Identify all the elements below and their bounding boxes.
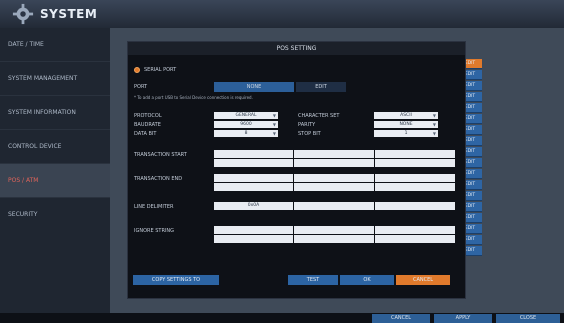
charset-select[interactable]: ASCII ▼ [374, 112, 438, 119]
test-button[interactable]: TEST [288, 275, 338, 285]
apply-button[interactable]: APPLY [434, 314, 492, 323]
sidebar-item-system-information[interactable]: SYSTEM INFORMATION [0, 96, 110, 130]
parity-value: NONE [399, 122, 413, 127]
sidebar: DATE / TIME SYSTEM MANAGEMENT SYSTEM INF… [0, 28, 110, 323]
chevron-down-icon: ▼ [272, 113, 276, 118]
baudrate-value: 9600 [240, 122, 252, 127]
databit-value: 8 [244, 131, 248, 136]
line-delimiter-label: LINE DELIMITER [134, 204, 174, 210]
ignore-string-field[interactable] [294, 226, 374, 234]
protocol-label: PROTOCOL [134, 113, 162, 119]
charset-value: ASCII [400, 113, 412, 118]
chevron-down-icon: ▼ [272, 131, 276, 136]
ignore-string-field[interactable] [214, 226, 293, 234]
transaction-start-field[interactable] [375, 150, 455, 158]
ignore-string-field[interactable] [214, 235, 293, 243]
app-title: SYSTEM [40, 7, 98, 21]
gear-icon [12, 3, 34, 25]
baudrate-label: BAUDRATE [134, 122, 161, 128]
ignore-string-field[interactable] [375, 226, 455, 234]
charset-label: CHARACTER SET [298, 113, 340, 119]
sidebar-item-date-time[interactable]: DATE / TIME [0, 28, 110, 62]
transaction-end-field[interactable] [214, 183, 293, 191]
stopbit-label: STOP BIT [298, 131, 321, 137]
transaction-end-field[interactable] [375, 183, 455, 191]
databit-label: DATA BIT [134, 131, 157, 137]
port-edit-button[interactable]: EDIT [296, 82, 346, 92]
sidebar-item-security[interactable]: SECURITY [0, 198, 110, 232]
serial-port-radio[interactable] [134, 67, 140, 73]
parity-select[interactable]: NONE ▼ [374, 121, 438, 128]
chevron-down-icon: ▼ [432, 113, 436, 118]
chevron-down-icon: ▼ [432, 122, 436, 127]
transaction-start-field[interactable] [375, 159, 455, 167]
protocol-value: GENERAL [235, 113, 257, 118]
cancel-button[interactable]: CANCEL [372, 314, 430, 323]
stopbit-select[interactable]: 1 ▼ [374, 130, 438, 137]
transaction-start-field[interactable] [294, 159, 374, 167]
close-button[interactable]: CLOSE [496, 314, 560, 323]
copy-settings-button[interactable]: COPY SETTINGS TO [133, 275, 219, 285]
serial-port-label: SERIAL PORT [144, 67, 177, 73]
parity-label: PARITY [298, 122, 316, 128]
transaction-end-field[interactable] [375, 174, 455, 182]
ok-button[interactable]: OK [340, 275, 394, 285]
port-select[interactable]: NONE [214, 82, 294, 92]
line-delimiter-field[interactable]: 0x0A [214, 202, 293, 210]
transaction-end-label: TRANSACTION END [134, 176, 183, 182]
ignore-string-field[interactable] [294, 235, 374, 243]
ignore-string-field[interactable] [375, 235, 455, 243]
title-bar: SYSTEM [0, 0, 564, 29]
transaction-start-label: TRANSACTION START [134, 152, 187, 158]
system-window: SYSTEM DATE / TIME SYSTEM MANAGEMENT SYS… [0, 0, 564, 323]
databit-select[interactable]: 8 ▼ [214, 130, 278, 137]
port-label: PORT [134, 84, 148, 90]
chevron-down-icon: ▼ [432, 131, 436, 136]
line-delimiter-field[interactable] [294, 202, 374, 210]
sidebar-item-pos-atm[interactable]: POS / ATM [0, 164, 110, 198]
dialog-cancel-button[interactable]: CANCEL [396, 275, 450, 285]
pos-setting-dialog: POS SETTING SERIAL PORT PORT NONE EDIT *… [127, 41, 466, 299]
transaction-start-field[interactable] [214, 150, 293, 158]
transaction-start-field[interactable] [294, 150, 374, 158]
ignore-string-label: IGNORE STRING [134, 228, 175, 234]
transaction-start-field[interactable] [214, 159, 293, 167]
stopbit-value: 1 [404, 131, 408, 136]
sidebar-item-control-device[interactable]: CONTROL DEVICE [0, 130, 110, 164]
usb-note: * To add a port USB to Serial Device con… [134, 95, 253, 100]
transaction-end-field[interactable] [214, 174, 293, 182]
sidebar-item-system-management[interactable]: SYSTEM MANAGEMENT [0, 62, 110, 96]
chevron-down-icon: ▼ [272, 122, 276, 127]
dialog-title: POS SETTING [128, 42, 465, 55]
baudrate-select[interactable]: 9600 ▼ [214, 121, 278, 128]
line-delimiter-field[interactable] [375, 202, 455, 210]
transaction-end-field[interactable] [294, 183, 374, 191]
transaction-end-field[interactable] [294, 174, 374, 182]
protocol-select[interactable]: GENERAL ▼ [214, 112, 278, 119]
